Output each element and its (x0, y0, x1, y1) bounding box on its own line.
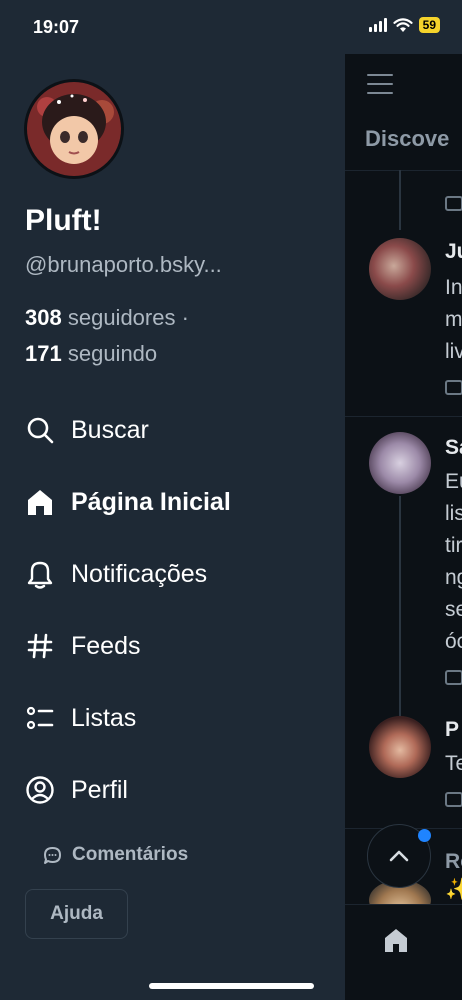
search-icon (25, 415, 55, 445)
post-text: liv (445, 340, 462, 363)
menu-item-lists[interactable]: Listas (25, 682, 231, 754)
post-text: m (445, 308, 462, 331)
following-label[interactable]: seguindo (68, 341, 157, 366)
home-icon (25, 487, 55, 517)
menu-item-profile[interactable]: Perfil (25, 754, 231, 826)
post-avatar[interactable] (369, 716, 431, 778)
profile-avatar[interactable] (24, 79, 124, 179)
menu-item-label: Feeds (71, 631, 141, 660)
avatar (27, 82, 121, 176)
post-avatar[interactable] (369, 238, 431, 300)
chat-bubble-icon (44, 846, 61, 864)
post-text: ✨ (445, 878, 462, 901)
reply-icon[interactable] (445, 196, 462, 211)
menu-item-home[interactable]: Página Inicial (25, 466, 231, 538)
post-author[interactable]: Ju (445, 240, 462, 264)
list-icon (25, 703, 55, 733)
menu-item-label: Buscar (71, 415, 149, 444)
post-text: Eu (445, 470, 462, 493)
cellular-signal-icon (368, 18, 387, 32)
followers-count[interactable]: 308 (25, 305, 62, 330)
menu-item-notifications[interactable]: Notificações (25, 538, 231, 610)
menu-item-label: Página Inicial (71, 487, 231, 516)
thread-line (399, 170, 401, 230)
menu-item-label: Listas (71, 703, 137, 732)
post-author[interactable]: Ro (445, 850, 462, 874)
post-text: se (445, 598, 462, 621)
post-text: In (445, 276, 462, 299)
reply-icon[interactable] (445, 380, 462, 395)
drawer-menu: Buscar Página Inicial Notificações Feeds… (25, 394, 231, 826)
battery-indicator: 59 (418, 17, 440, 33)
post-text: óc (445, 630, 462, 653)
menu-icon[interactable] (367, 74, 393, 101)
post-author[interactable]: P (445, 718, 459, 742)
thread-line (399, 496, 401, 716)
profile-handle: @brunaporto.bsky... (25, 252, 222, 277)
feed-tab-title[interactable]: Discove (365, 126, 449, 152)
user-circle-icon (25, 775, 55, 805)
post-text: tir (445, 534, 462, 557)
menu-item-feeds[interactable]: Feeds (25, 610, 231, 682)
chevron-up-icon (389, 850, 409, 862)
status-bar: 19:07 59 (0, 0, 462, 54)
hash-icon (25, 631, 55, 661)
post-text: lis (445, 502, 462, 525)
new-posts-dot (418, 829, 431, 842)
avatar-image (27, 82, 121, 176)
menu-item-label: Perfil (71, 775, 128, 804)
reply-icon[interactable] (445, 670, 462, 685)
wifi-icon (393, 17, 413, 32)
post-avatar[interactable] (369, 432, 431, 494)
reply-icon[interactable] (445, 792, 462, 807)
status-icons: 59 (368, 17, 440, 33)
profile-stats: 308 seguidores · 171 seguindo (25, 300, 189, 372)
post-text: Te (445, 752, 462, 775)
bell-icon (25, 559, 55, 589)
home-icon[interactable] (381, 925, 411, 955)
menu-item-label: Notificações (71, 559, 208, 588)
following-count[interactable]: 171 (25, 341, 62, 366)
post-author[interactable]: Sa (445, 436, 462, 460)
feedback-link[interactable]: Comentários (43, 844, 188, 866)
divider (345, 416, 462, 417)
bottom-tab-bar (345, 904, 462, 1000)
divider (345, 170, 462, 171)
scroll-to-top-button[interactable] (367, 824, 431, 888)
followers-label[interactable]: seguidores · (68, 305, 189, 330)
status-time: 19:07 (33, 17, 80, 37)
home-indicator[interactable] (149, 983, 314, 989)
feedback-label: Comentários (72, 844, 189, 865)
background-feed: Discove Ju In m liv Sa Eu lis tir ng se … (345, 54, 462, 1000)
profile-display-name: Pluft! (25, 204, 102, 237)
help-button[interactable]: Ajuda (25, 889, 128, 939)
menu-item-search[interactable]: Buscar (25, 394, 231, 466)
navigation-drawer: Pluft! @brunaporto.bsky... 308 seguidore… (0, 54, 345, 1000)
post-text: ng (445, 566, 462, 589)
